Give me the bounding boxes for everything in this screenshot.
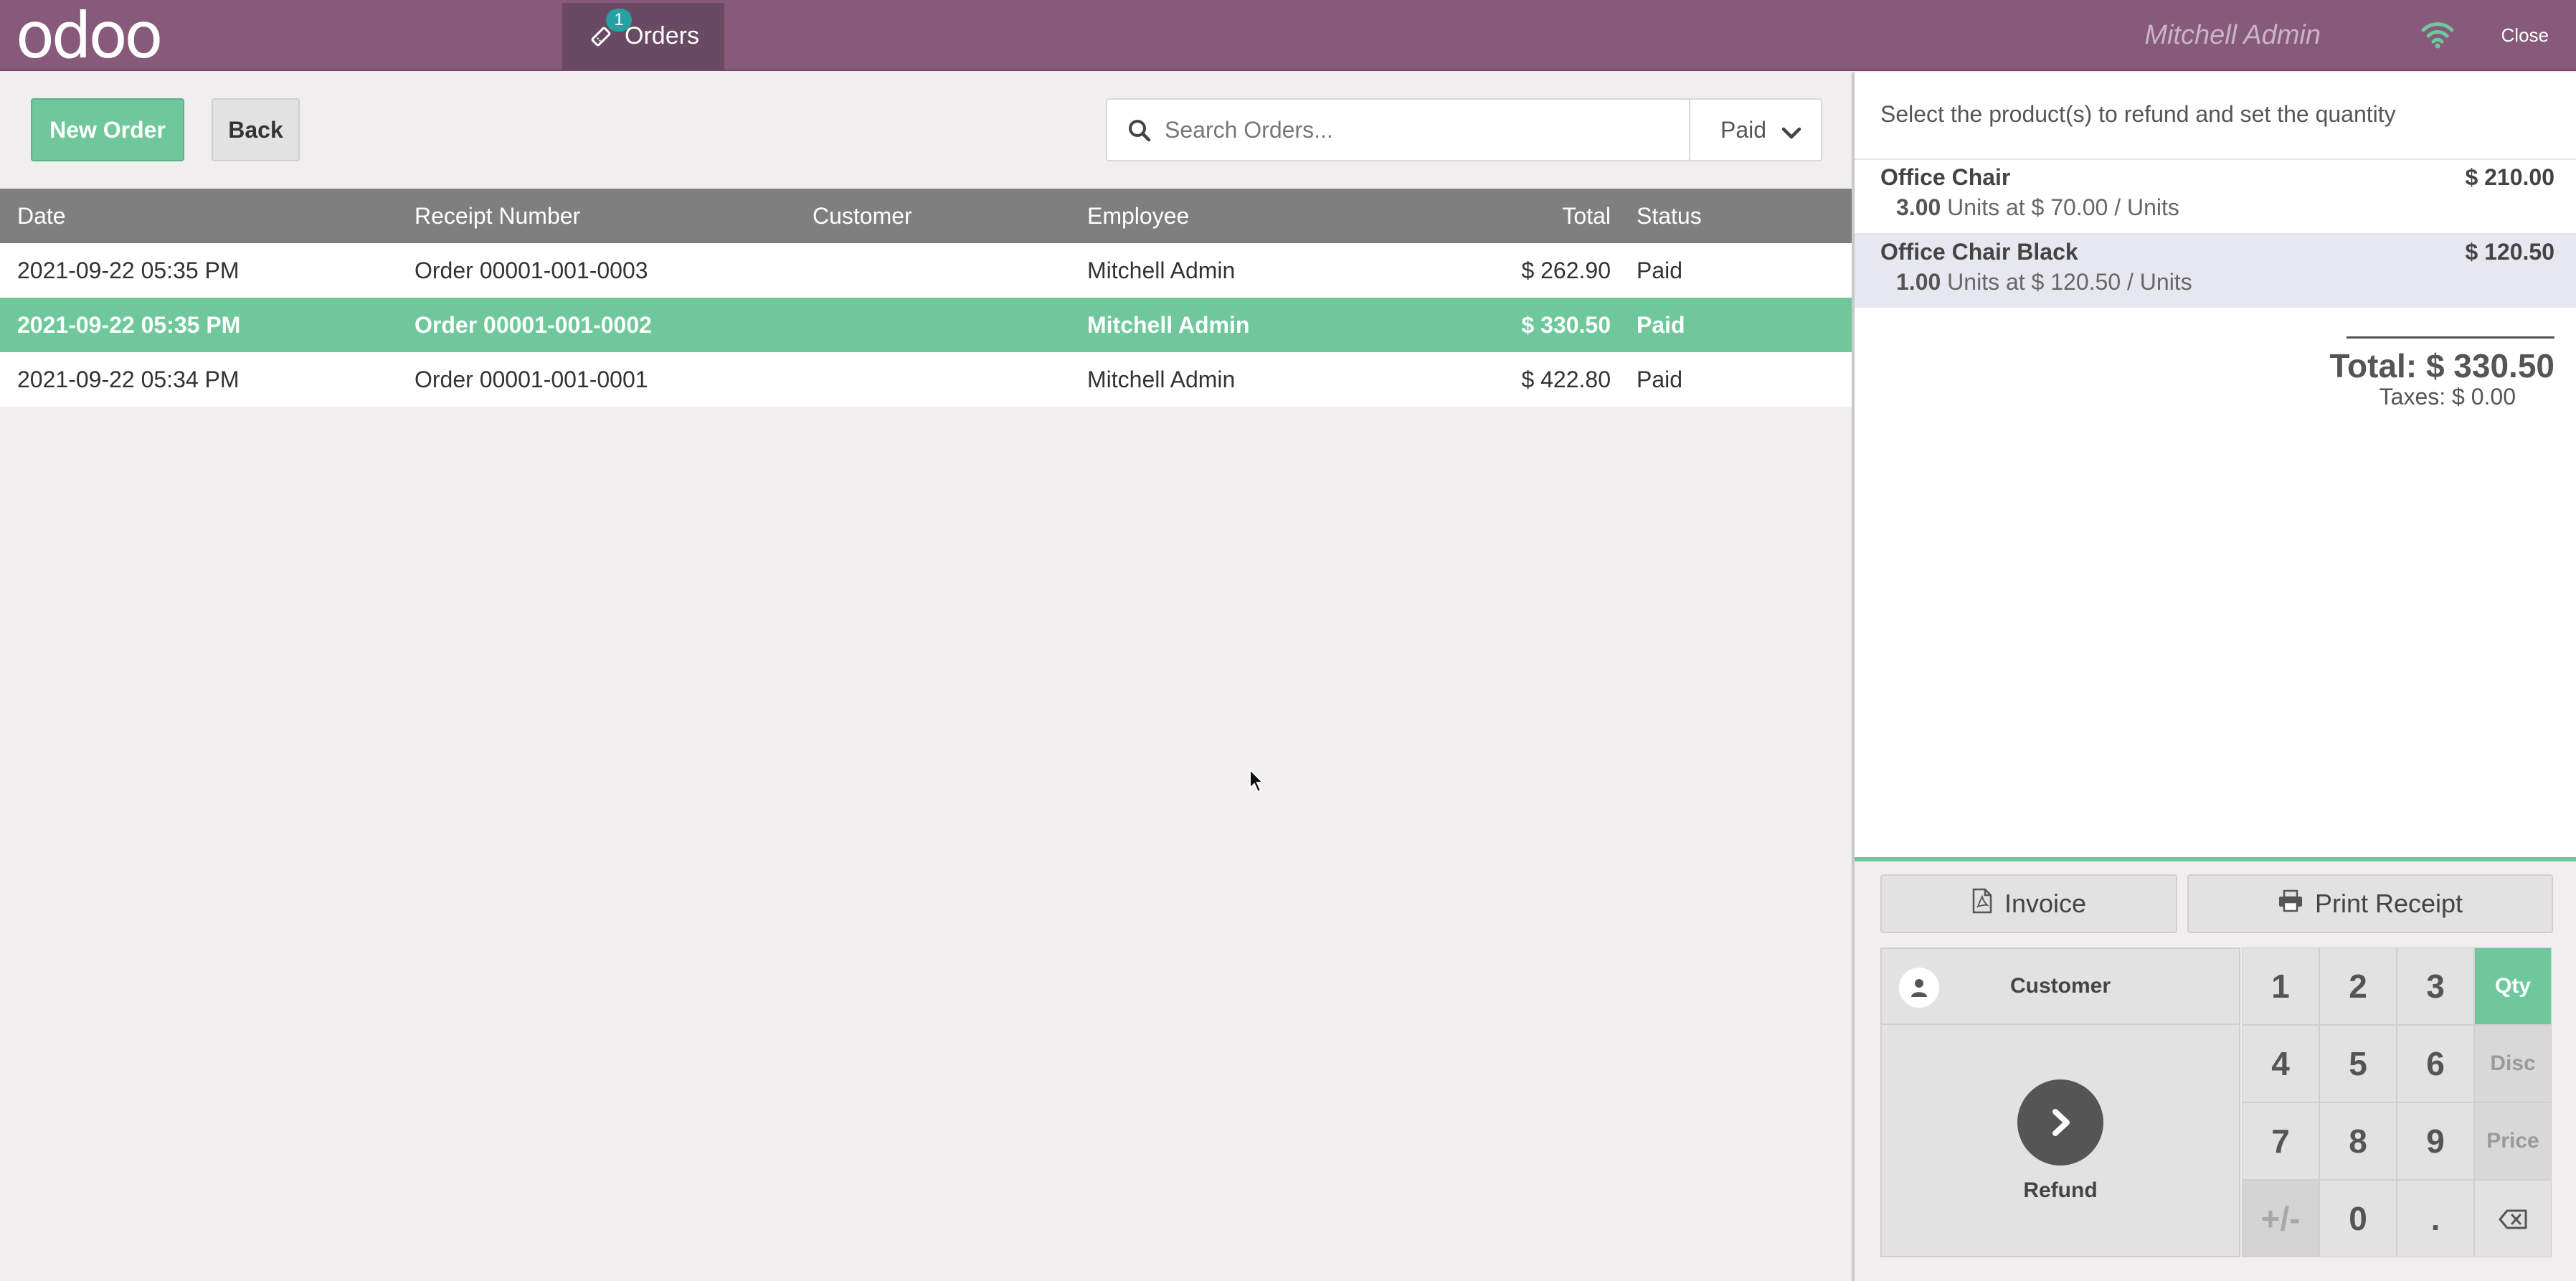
user-icon — [1899, 968, 1939, 1008]
backspace-button[interactable] — [2474, 1180, 2552, 1257]
numpad-key-0[interactable]: 0 — [2319, 1180, 2397, 1257]
chevron-right-icon — [2017, 1079, 2103, 1166]
line-price: $ 210.00 — [2465, 164, 2554, 190]
control-panel: Invoice Print Receipt Customer Refund 1 … — [1855, 857, 2576, 1281]
row-receipt: Order 00001-001-0003 — [415, 257, 648, 283]
print-receipt-label: Print Receipt — [2314, 889, 2463, 918]
line-info: 3.00 Units at $ 70.00 / Units — [1896, 194, 2179, 221]
search-icon — [1126, 117, 1155, 146]
orders-table: Date Receipt Number Customer Employee To… — [0, 189, 1852, 407]
numpad-key-6[interactable]: 6 — [2397, 1025, 2474, 1102]
numpad-key-3[interactable]: 3 — [2397, 947, 2474, 1025]
row-employee: Mitchell Admin — [1087, 311, 1250, 338]
row-total: $ 330.50 — [1521, 311, 1611, 338]
invoice-label: Invoice — [2004, 889, 2087, 918]
back-button[interactable]: Back — [212, 98, 300, 161]
numpad-key-7[interactable]: 7 — [2242, 1102, 2319, 1180]
row-total: $ 262.90 — [1521, 257, 1611, 283]
row-date: 2021-09-22 05:35 PM — [17, 311, 241, 338]
printer-icon — [2278, 889, 2303, 919]
orders-tab-label: Orders — [625, 22, 699, 49]
status-filter-value: Paid — [1720, 116, 1767, 143]
header-customer: Customer — [813, 202, 912, 229]
numpad-key-sign[interactable]: +/- — [2242, 1180, 2319, 1257]
odoo-logo: odoo — [16, 0, 163, 72]
chevron-down-icon — [1781, 121, 1802, 139]
action-pad: Customer Refund — [1880, 947, 2240, 1257]
search-input[interactable] — [1165, 110, 1624, 150]
table-row[interactable]: 2021-09-22 05:35 PM Order 00001-001-0003… — [0, 243, 1852, 298]
line-unit-info: Units at $ 120.50 / Units — [1947, 269, 2192, 295]
numpad-key-9[interactable]: 9 — [2397, 1102, 2474, 1180]
cashier-name[interactable]: Mitchell Admin — [2144, 20, 2321, 51]
mode-qty-button[interactable]: Qty — [2474, 947, 2552, 1025]
row-receipt: Order 00001-001-0002 — [415, 311, 652, 338]
row-receipt: Order 00001-001-0001 — [415, 366, 648, 392]
numpad-key-4[interactable]: 4 — [2242, 1025, 2319, 1102]
refund-button[interactable]: Refund — [1882, 1026, 2239, 1256]
line-product-name: Office Chair Black — [1880, 239, 2078, 265]
mode-price-button[interactable]: Price — [2474, 1102, 2552, 1180]
numpad-key-dot[interactable]: . — [2397, 1180, 2474, 1257]
line-product-name: Office Chair — [1880, 164, 2011, 190]
summary-divider — [2347, 336, 2554, 339]
row-status: Paid — [1637, 257, 1683, 283]
table-row[interactable]: 2021-09-22 05:34 PM Order 00001-001-0001… — [0, 352, 1852, 407]
refund-panel: Select the product(s) to refund and set … — [1852, 72, 2576, 1281]
order-taxes: Taxes: $ 0.00 — [2379, 384, 2516, 410]
refund-instruction: Select the product(s) to refund and set … — [1880, 101, 2396, 127]
set-customer-button[interactable]: Customer — [1882, 949, 2239, 1025]
backspace-icon — [2498, 1199, 2528, 1238]
numpad-key-8[interactable]: 8 — [2319, 1102, 2397, 1180]
refund-label: Refund — [2023, 1178, 2098, 1202]
line-qty: 3.00 — [1896, 194, 1941, 220]
line-price: $ 120.50 — [2465, 239, 2554, 265]
numpad: 1 2 3 Qty 4 5 6 Disc 7 8 9 Price +/- 0 . — [2242, 947, 2552, 1257]
header-total: Total — [1562, 202, 1611, 229]
row-date: 2021-09-22 05:35 PM — [17, 257, 240, 283]
header-date: Date — [17, 202, 66, 229]
orders-tab[interactable]: 1 Orders — [562, 3, 724, 70]
mouse-cursor-icon — [1249, 767, 1266, 794]
print-receipt-button[interactable]: Print Receipt — [2187, 874, 2553, 933]
row-employee: Mitchell Admin — [1087, 257, 1236, 283]
order-total: Total: $ 330.50 — [2329, 347, 2554, 384]
line-unit-info: Units at $ 70.00 / Units — [1947, 194, 2179, 220]
numpad-key-1[interactable]: 1 — [2242, 947, 2319, 1025]
ticket-screen: New Order Back Paid Date Receipt Number … — [0, 72, 1852, 1281]
line-qty: 1.00 — [1896, 269, 1941, 295]
header-status: Status — [1637, 202, 1702, 229]
table-header: Date Receipt Number Customer Employee To… — [0, 189, 1852, 243]
mode-disc-button[interactable]: Disc — [2474, 1025, 2552, 1102]
table-row-selected[interactable]: 2021-09-22 05:35 PM Order 00001-001-0002… — [0, 298, 1852, 352]
line-info: 1.00 Units at $ 120.50 / Units — [1896, 269, 2192, 296]
header-receipt: Receipt Number — [415, 202, 581, 229]
row-status: Paid — [1637, 311, 1685, 338]
row-date: 2021-09-22 05:34 PM — [17, 366, 240, 392]
row-employee: Mitchell Admin — [1087, 366, 1236, 392]
numpad-key-2[interactable]: 2 — [2319, 947, 2397, 1025]
search-box — [1106, 98, 1690, 161]
top-bar: odoo 1 Orders Mitchell Admin Close — [0, 0, 2576, 71]
header-employee: Employee — [1087, 202, 1190, 229]
new-order-button[interactable]: New Order — [31, 98, 184, 161]
order-line-selected[interactable]: Office Chair Black $ 120.50 1.00 Units a… — [1855, 233, 2576, 308]
wifi-icon[interactable] — [2421, 20, 2454, 49]
invoice-button[interactable]: Invoice — [1880, 874, 2177, 933]
orders-count-badge: 1 — [606, 8, 633, 32]
row-status: Paid — [1637, 366, 1683, 392]
row-total: $ 422.80 — [1521, 366, 1611, 392]
close-button[interactable]: Close — [2501, 24, 2549, 47]
ticket-icon: 1 — [587, 8, 633, 50]
numpad-key-5[interactable]: 5 — [2319, 1025, 2397, 1102]
status-filter-dropdown[interactable]: Paid — [1689, 98, 1822, 161]
file-pdf-icon — [1971, 888, 1993, 920]
order-line[interactable]: Office Chair $ 210.00 3.00 Units at $ 70… — [1855, 159, 2576, 233]
customer-label: Customer — [2009, 974, 2111, 998]
